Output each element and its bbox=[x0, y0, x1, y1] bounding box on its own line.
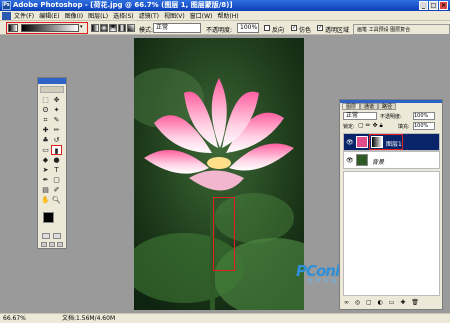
fill-input[interactable]: 100% bbox=[413, 122, 435, 130]
dodge-tool-icon[interactable]: ● bbox=[51, 155, 62, 165]
menu-edit[interactable]: 编辑(E) bbox=[39, 11, 59, 20]
panel-well[interactable]: 画笔 工具预设 图层复合 bbox=[353, 24, 450, 35]
marquee-tool-icon[interactable]: ⬚ bbox=[40, 95, 51, 105]
document-size: 文档:1.56M/4.60M bbox=[62, 315, 116, 322]
lock-icons[interactable]: ▢ ✏ ✥ 🔒︎ bbox=[358, 122, 383, 130]
gradient-tool-icon[interactable] bbox=[8, 24, 18, 32]
brush-tool-icon[interactable]: ✏ bbox=[51, 125, 62, 135]
dither-checkbox[interactable]: ✓ bbox=[291, 25, 297, 31]
lasso-tool-icon[interactable]: ʘ bbox=[40, 105, 51, 115]
chevron-down-icon[interactable]: ▾ bbox=[80, 24, 86, 32]
layers-list-empty bbox=[343, 171, 440, 296]
notes-tool-icon[interactable]: ▤ bbox=[40, 185, 51, 195]
layer-name[interactable]: 背景 bbox=[372, 157, 384, 166]
standard-mode-button[interactable] bbox=[42, 233, 50, 239]
transparency-label: 透明区域 bbox=[325, 27, 350, 34]
layer-thumbnail bbox=[356, 136, 368, 148]
clone-stamp-tool-icon[interactable]: ♣ bbox=[40, 135, 51, 145]
menu-view[interactable]: 视图(V) bbox=[164, 11, 185, 20]
menu-bar: 文件(F) 编辑(E) 图像(I) 图层(L) 选择(S) 滤镜(T) 视图(V… bbox=[0, 11, 450, 21]
blend-mode-select[interactable]: 正常 bbox=[343, 112, 377, 120]
maximize-button[interactable]: □ bbox=[429, 1, 438, 10]
blur-tool-icon[interactable]: ◆ bbox=[40, 155, 51, 165]
menu-file[interactable]: 文件(F) bbox=[14, 11, 34, 20]
layer-row-background[interactable]: 👁︎ 背景 bbox=[343, 151, 440, 169]
opacity-label: 不透明度: bbox=[206, 27, 233, 34]
move-tool-icon[interactable]: ✥ bbox=[51, 95, 62, 105]
radial-gradient-button[interactable] bbox=[100, 24, 108, 32]
menu-logo-icon[interactable] bbox=[2, 12, 11, 20]
hand-tool-icon[interactable]: ✋ bbox=[40, 195, 51, 205]
tab-channels[interactable]: 通道 bbox=[360, 103, 379, 110]
mode-label: 模式: bbox=[139, 27, 154, 34]
reverse-label: 反向 bbox=[272, 27, 285, 34]
gradient-tool-button-icon[interactable]: ▮ bbox=[51, 145, 62, 155]
healing-brush-tool-icon[interactable]: ✚ bbox=[40, 125, 51, 135]
menu-layer[interactable]: 图层(L) bbox=[88, 11, 108, 20]
tab-paths[interactable]: 路径 bbox=[378, 103, 397, 110]
zoom-tool-icon[interactable]: 🔍︎ bbox=[51, 195, 62, 205]
selection-rectangle bbox=[213, 197, 235, 271]
menu-help[interactable]: 帮助(H) bbox=[217, 11, 238, 20]
toolbox-logo[interactable] bbox=[40, 86, 64, 93]
shape-tool-icon[interactable]: ▢ bbox=[51, 175, 62, 185]
status-bar: 66.67% 文档:1.56M/4.60M bbox=[0, 313, 450, 323]
reflected-gradient-button[interactable] bbox=[118, 24, 126, 32]
minimize-button[interactable]: _ bbox=[419, 1, 428, 10]
layer-row-1[interactable]: 👁︎ 图层1 bbox=[343, 133, 440, 151]
linear-gradient-button[interactable] bbox=[91, 24, 99, 32]
layer-opacity-input[interactable]: 100% bbox=[413, 112, 435, 120]
path-selection-tool-icon[interactable]: ➤ bbox=[40, 165, 51, 175]
reverse-checkbox[interactable] bbox=[264, 25, 270, 31]
type-tool-icon[interactable]: T bbox=[51, 165, 62, 175]
eye-icon[interactable]: 👁︎ bbox=[346, 157, 354, 164]
gradient-preview[interactable] bbox=[21, 24, 79, 32]
eyedropper-tool-icon[interactable]: ✐ bbox=[51, 185, 62, 195]
layer-name[interactable]: 图层1 bbox=[386, 139, 402, 148]
layer-opacity-label: 不透明度: bbox=[380, 114, 402, 120]
dither-label: 仿色 bbox=[299, 27, 312, 34]
magic-wand-tool-icon[interactable]: ✦ bbox=[51, 105, 62, 115]
opacity-input[interactable]: 100% bbox=[237, 23, 259, 33]
screen-mode-full[interactable] bbox=[57, 242, 63, 247]
photoshop-app-icon[interactable]: Ps bbox=[2, 1, 11, 10]
diamond-gradient-button[interactable] bbox=[127, 24, 135, 32]
window-title: Adobe Photoshop - [荷花.jpg @ 66.7% (图层 1,… bbox=[13, 1, 233, 9]
crop-tool-icon[interactable]: ⌗ bbox=[40, 115, 51, 125]
toolbox-header[interactable] bbox=[38, 78, 66, 84]
layers-panel: 图层 通道 路径 正常 不透明度: 100% 锁定: ▢ ✏ ✥ 🔒︎ 填充: … bbox=[339, 99, 443, 310]
mode-select[interactable]: 正常 bbox=[153, 23, 201, 33]
transparency-checkbox[interactable]: ✓ bbox=[317, 25, 323, 31]
zoom-level[interactable]: 66.67% bbox=[3, 314, 26, 323]
tab-layers[interactable]: 图层 bbox=[342, 103, 361, 110]
menu-filter[interactable]: 滤镜(T) bbox=[139, 11, 159, 20]
screen-mode-standard[interactable] bbox=[41, 242, 47, 247]
close-button[interactable]: × bbox=[439, 1, 448, 10]
fill-label: 填充: bbox=[398, 124, 410, 130]
menu-window[interactable]: 窗口(W) bbox=[190, 11, 213, 20]
quick-mask-button[interactable] bbox=[53, 233, 61, 239]
title-bar: Ps Adobe Photoshop - [荷花.jpg @ 66.7% (图层… bbox=[0, 0, 450, 11]
angle-gradient-button[interactable] bbox=[109, 24, 117, 32]
menu-select[interactable]: 选择(S) bbox=[113, 11, 134, 20]
toolbox: ⬚ ✥ ʘ ✦ ⌗ ✎ ✚ ✏ ♣ ↺ ▭ ▮ ◆ ● ➤ T ✒ ▢ ▤ ✐ … bbox=[37, 77, 67, 249]
screen-mode-fullmenu[interactable] bbox=[49, 242, 55, 247]
slice-tool-icon[interactable]: ✎ bbox=[51, 115, 62, 125]
foreground-color-swatch[interactable] bbox=[43, 212, 54, 223]
eye-icon[interactable]: 👁︎ bbox=[346, 139, 354, 146]
eraser-tool-icon[interactable]: ▭ bbox=[40, 145, 51, 155]
background-thumbnail bbox=[356, 154, 368, 166]
lock-label: 锁定: bbox=[343, 124, 355, 130]
menu-image[interactable]: 图像(I) bbox=[65, 11, 83, 20]
pen-tool-icon[interactable]: ✒ bbox=[40, 175, 51, 185]
history-brush-tool-icon[interactable]: ↺ bbox=[51, 135, 62, 145]
layer-actions[interactable]: ∞ ◎ ▢ ◐ ▭ ✚ 🗑︎ bbox=[344, 299, 421, 306]
